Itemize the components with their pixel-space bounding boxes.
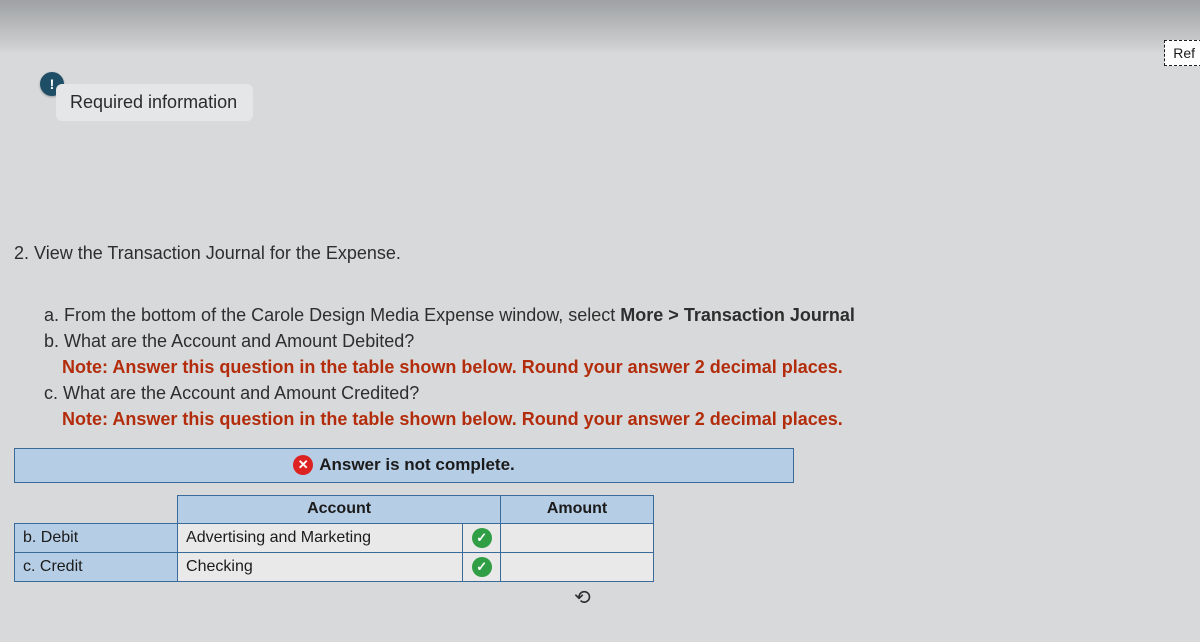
row-label-credit: c. Credit <box>15 552 178 581</box>
question-prompt: 2. View the Transaction Journal for the … <box>14 240 1180 266</box>
table-row: b. Debit Advertising and Marketing ✓ <box>15 523 654 552</box>
question-item-a: a. From the bottom of the Carole Design … <box>14 302 1180 328</box>
answer-status-bar: ✕ Answer is not complete. <box>14 448 794 483</box>
row-label-debit: b. Debit <box>15 523 178 552</box>
references-tab[interactable]: Ref <box>1164 40 1200 66</box>
amount-cell-debit[interactable] <box>501 523 654 552</box>
question-item-c: c. What are the Account and Amount Credi… <box>14 380 1180 406</box>
question-item-b-note: Note: Answer this question in the table … <box>14 354 1180 380</box>
check-icon: ✓ <box>472 528 492 548</box>
column-header-account: Account <box>178 495 501 523</box>
incorrect-icon: ✕ <box>293 455 313 475</box>
question-item-b: b. What are the Account and Amount Debit… <box>14 328 1180 354</box>
required-information-label: Required information <box>70 92 237 112</box>
required-information-pill[interactable]: Required information <box>56 84 253 121</box>
amount-cell-credit[interactable] <box>501 552 654 581</box>
check-icon: ✓ <box>472 557 492 577</box>
answer-table: Account Amount b. Debit Advertising and … <box>14 495 654 582</box>
account-cell-credit[interactable]: Checking <box>178 552 463 581</box>
account-cell-debit[interactable]: Advertising and Marketing <box>178 523 463 552</box>
question-item-c-note: Note: Answer this question in the table … <box>14 406 1180 432</box>
table-row: c. Credit Checking ✓ <box>15 552 654 581</box>
references-tab-label: Ref <box>1173 45 1195 61</box>
column-header-amount: Amount <box>501 495 654 523</box>
answer-status-label: Answer is not complete. <box>319 455 515 474</box>
link-icon[interactable]: ⟲ <box>574 585 591 610</box>
